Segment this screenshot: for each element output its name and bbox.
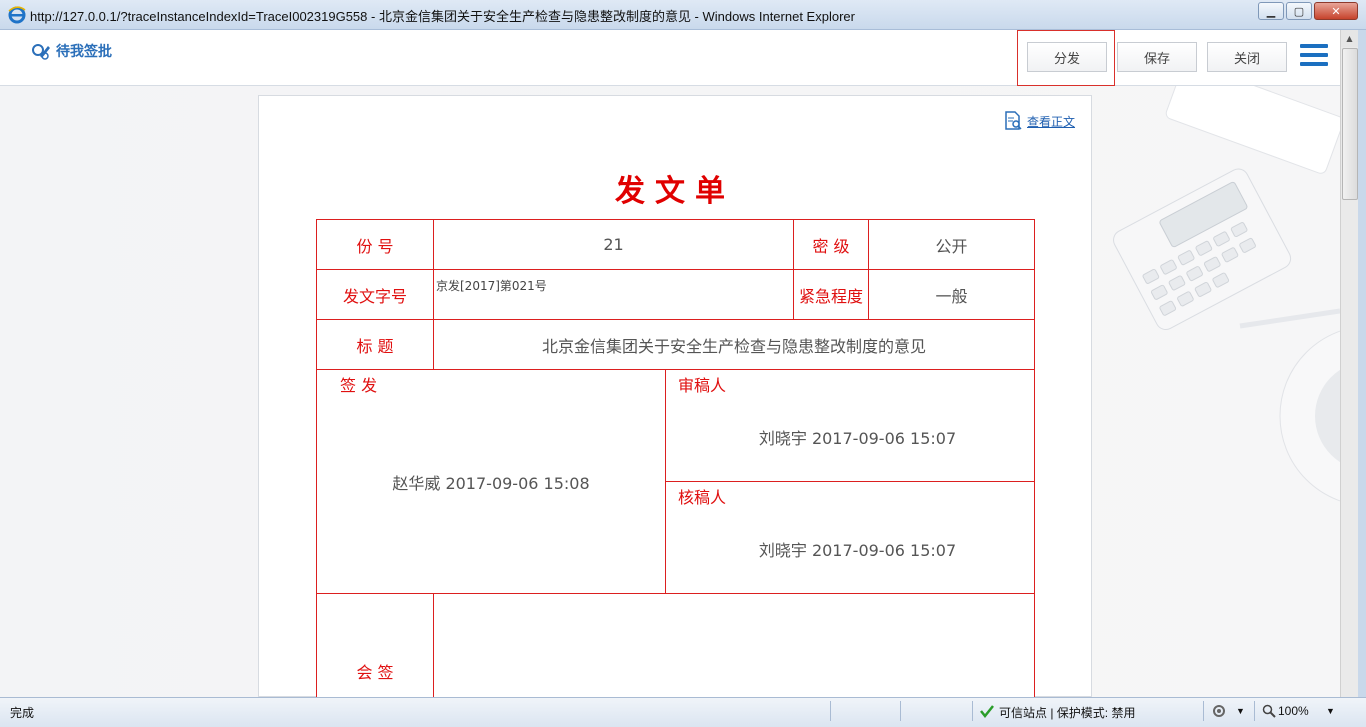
secret-level-value: 公开 — [868, 219, 1035, 270]
close-button[interactable]: 关闭 — [1207, 42, 1287, 72]
vertical-scrollbar[interactable]: ▲ — [1340, 30, 1358, 697]
subject-label: 标 题 — [316, 319, 434, 370]
view-body-link[interactable]: 查看正文 — [1003, 111, 1075, 131]
countersign-label: 会 签 — [316, 593, 434, 697]
window-titlebar: http://127.0.0.1/?traceInstanceIndexId=T… — [0, 0, 1366, 30]
view-body-label: 查看正文 — [1027, 113, 1075, 130]
sign-value: 赵华威 2017-09-06 15:08 — [316, 369, 666, 594]
minimize-button[interactable]: ▁ — [1258, 2, 1284, 20]
app-name: 待我签批 — [56, 41, 112, 61]
app-logo[interactable]: 待我签批 — [30, 40, 112, 62]
close-window-button[interactable]: ✕ — [1314, 2, 1358, 20]
settings-icon[interactable] — [1212, 704, 1228, 718]
maximize-button[interactable]: ▢ — [1286, 2, 1312, 20]
zoom-dropdown-icon[interactable]: ▼ — [1326, 706, 1335, 716]
subject-value: 北京金信集团关于安全生产检查与隐患整改制度的意见 — [433, 319, 1035, 370]
doc-number-value: 京发[2017]第021号 — [436, 277, 547, 294]
zoom-icon[interactable] — [1262, 704, 1276, 718]
hamburger-menu-icon[interactable] — [1300, 44, 1328, 68]
urgency-value: 一般 — [868, 269, 1035, 320]
chevron-down-icon[interactable]: ▼ — [1236, 706, 1245, 716]
copy-no-label: 份 号 — [316, 219, 434, 270]
secret-level-label: 密 级 — [793, 219, 869, 270]
checkmark-icon — [980, 704, 994, 718]
scroll-thumb[interactable] — [1342, 48, 1358, 200]
review-label: 审稿人 — [678, 372, 726, 396]
check-label: 核稿人 — [678, 484, 726, 508]
sign-label: 签 发 — [340, 372, 377, 396]
document-title: 发文单 — [258, 166, 1092, 210]
document-search-icon — [1003, 111, 1023, 131]
scroll-up-icon[interactable]: ▲ — [1341, 30, 1358, 47]
security-zone[interactable]: 可信站点 | 保护模式: 禁用 — [999, 704, 1135, 721]
save-button[interactable]: 保存 — [1117, 42, 1197, 72]
zoom-level[interactable]: 100% — [1278, 704, 1309, 718]
status-text: 完成 — [10, 704, 34, 721]
focus-highlight — [1017, 30, 1115, 86]
urgency-label: 紧急程度 — [793, 269, 869, 320]
doc-number-label: 发文字号 — [316, 269, 434, 320]
window-border — [1358, 30, 1366, 697]
window-title: http://127.0.0.1/?traceInstanceIndexId=T… — [30, 6, 855, 25]
pen-sign-icon — [30, 40, 52, 62]
internet-explorer-icon — [8, 6, 26, 24]
status-bar: 完成 可信站点 | 保护模式: 禁用 ▼ 100% ▼ — [0, 697, 1366, 727]
copy-no-value: 21 — [433, 219, 794, 270]
countersign-area[interactable] — [433, 593, 1035, 697]
